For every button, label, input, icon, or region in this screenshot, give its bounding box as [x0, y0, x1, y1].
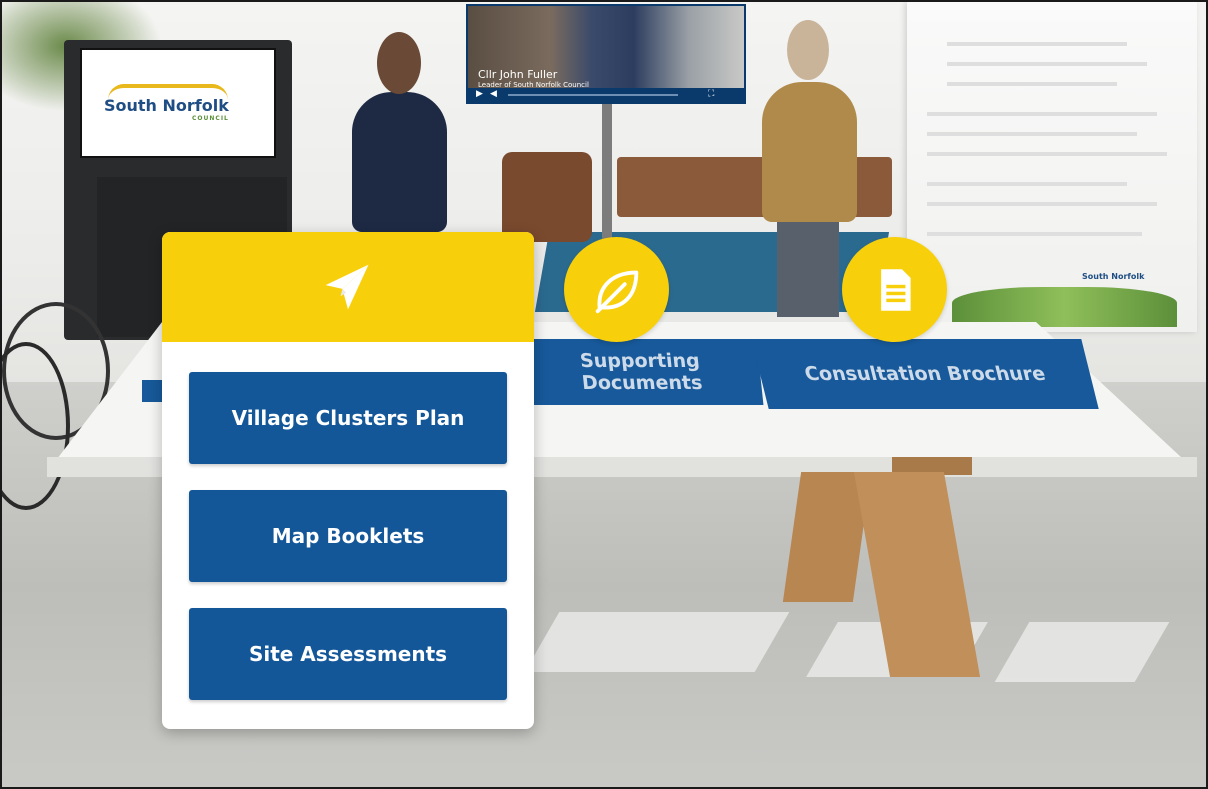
sunlight-patch: [524, 612, 790, 672]
kiosk-brand-logo: South Norfolk COUNCIL: [104, 96, 229, 122]
banner-text-line: [927, 232, 1142, 236]
volume-icon[interactable]: ◀: [490, 89, 497, 99]
banner-landscape: [952, 287, 1177, 327]
avatar-woman: [352, 92, 447, 232]
video-controls[interactable]: ▶ ◀ ⛶: [468, 88, 744, 102]
video-caption-name: Cllr John Fuller: [478, 68, 558, 81]
brand-text: South Norfolk: [104, 96, 229, 115]
village-clusters-plan-button[interactable]: Village Clusters Plan: [189, 372, 507, 464]
banner-text-line: [947, 62, 1147, 66]
document-icon: [880, 268, 911, 311]
avatar-woman-head: [377, 32, 421, 94]
kiosk-screen[interactable]: South Norfolk COUNCIL: [80, 48, 276, 158]
armchair: [502, 152, 592, 242]
consultation-brochure-button[interactable]: [842, 237, 947, 342]
screen-stand: [602, 102, 612, 252]
leaf-icon: [595, 270, 638, 313]
supporting-documents-tile[interactable]: Supporting Documents: [518, 339, 764, 405]
banner-text-line: [927, 202, 1157, 206]
video-caption: Cllr John Fuller Leader of South Norfolk…: [478, 68, 589, 89]
avatar-man-head: [787, 20, 829, 80]
play-icon[interactable]: ▶: [476, 89, 483, 99]
supporting-documents-button[interactable]: [564, 237, 669, 342]
document-menu-panel: Village Clusters Plan Map Booklets Site …: [162, 232, 534, 729]
banner-logo: South Norfolk: [1082, 272, 1145, 281]
consultation-brochure-tile[interactable]: Consultation Brochure: [751, 339, 1099, 409]
supporting-documents-label: Supporting Documents: [578, 350, 704, 394]
virtual-exhibition-scene: South Norfolk COUNCIL Cllr John Fuller L…: [0, 0, 1208, 789]
pull-up-banner: [907, 2, 1197, 332]
video-player[interactable]: Cllr John Fuller Leader of South Norfolk…: [466, 4, 746, 104]
avatar-man: [762, 82, 857, 222]
banner-text-line: [927, 112, 1157, 116]
banner-text-line: [927, 152, 1167, 156]
paper-plane-icon: [325, 264, 369, 310]
banner-text-line: [927, 182, 1127, 186]
fullscreen-icon[interactable]: ⛶: [708, 89, 714, 99]
panel-header: [162, 232, 534, 342]
banner-text-line: [927, 132, 1137, 136]
banner-text-line: [947, 82, 1117, 86]
video-progress-bar[interactable]: [508, 94, 678, 96]
brand-subtext: COUNCIL: [192, 115, 229, 122]
map-booklets-button[interactable]: Map Booklets: [189, 490, 507, 582]
banner-text-line: [947, 42, 1127, 46]
site-assessments-button[interactable]: Site Assessments: [189, 608, 507, 700]
consultation-brochure-label: Consultation Brochure: [802, 363, 1048, 385]
